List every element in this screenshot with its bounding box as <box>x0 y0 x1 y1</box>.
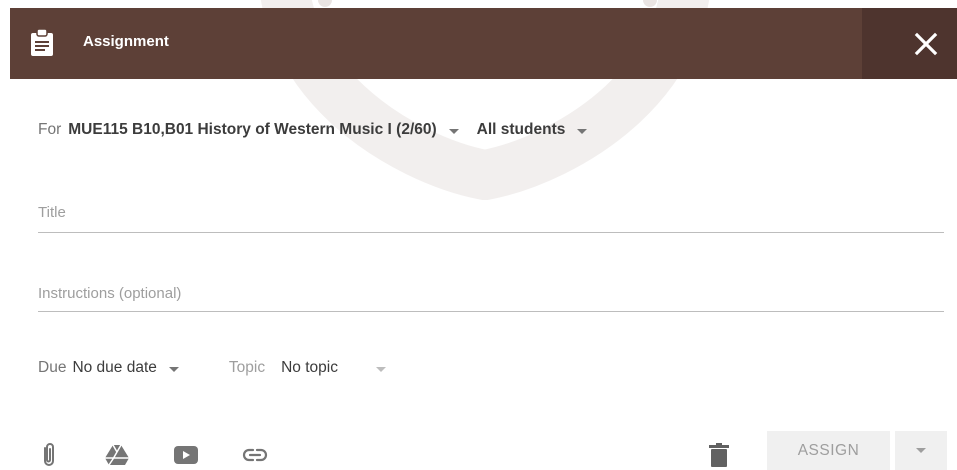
chevron-down-icon[interactable] <box>577 128 588 134</box>
youtube-icon[interactable] <box>173 442 199 468</box>
title-placeholder: Title <box>38 204 66 221</box>
link-icon[interactable] <box>242 442 268 468</box>
dialog-header: Assignment <box>10 8 957 79</box>
instructions-field[interactable]: Instructions (optional) <box>38 285 944 312</box>
clipboard-icon <box>31 29 53 56</box>
for-label: For <box>38 121 62 138</box>
for-row: For MUE115 B10,B01 History of Western Mu… <box>38 121 588 139</box>
chevron-down-icon[interactable] <box>916 448 926 453</box>
due-label: Due <box>38 359 67 376</box>
chevron-down-icon[interactable] <box>375 366 386 372</box>
assign-options-button[interactable] <box>895 431 947 470</box>
due-select[interactable]: No due date <box>72 359 156 377</box>
trash-icon[interactable] <box>709 443 729 467</box>
assign-button[interactable]: ASSIGN <box>767 431 890 470</box>
chevron-down-icon[interactable] <box>448 128 459 134</box>
topic-select[interactable]: No topic <box>281 359 338 377</box>
attach-icon[interactable] <box>36 442 62 468</box>
class-select[interactable]: MUE115 B10,B01 History of Western Music … <box>68 121 436 139</box>
drive-icon[interactable] <box>104 442 130 468</box>
title-field[interactable]: Title <box>38 204 944 233</box>
close-icon[interactable] <box>914 32 938 56</box>
audience-select[interactable]: All students <box>477 121 566 139</box>
due-topic-row: Due No due date Topic No topic <box>38 359 386 377</box>
dialog-title: Assignment <box>83 33 169 50</box>
close-button[interactable] <box>862 8 957 79</box>
chevron-down-icon[interactable] <box>168 366 179 372</box>
instructions-placeholder: Instructions (optional) <box>38 285 182 302</box>
topic-label: Topic <box>228 359 266 376</box>
